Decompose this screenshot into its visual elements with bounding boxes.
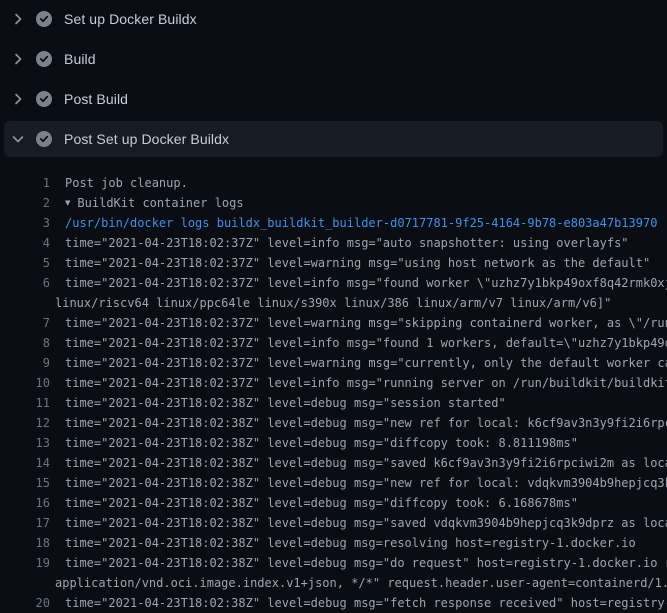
log-line-number[interactable]: 2 — [0, 193, 50, 213]
log-line: 18 time="2021-04-23T18:02:38Z" level=debu… — [0, 533, 667, 553]
log-text: time="2021-04-23T18:02:38Z" level=debug … — [65, 553, 667, 573]
log-text: application/vnd.oci.image.index.v1+json,… — [55, 573, 667, 593]
group-collapse-triangle-icon[interactable]: ▼ — [65, 194, 70, 214]
log-text: time="2021-04-23T18:02:37Z" level=warnin… — [65, 253, 650, 273]
log-text: time="2021-04-23T18:02:37Z" level=info m… — [65, 273, 667, 293]
log-text: time="2021-04-23T18:02:38Z" level=debug … — [65, 513, 667, 533]
step-header-build[interactable]: Build — [4, 41, 663, 77]
log-text: time="2021-04-23T18:02:37Z" level=warnin… — [65, 353, 667, 373]
step-label: Set up Docker Buildx — [64, 11, 197, 27]
log-line: 10 time="2021-04-23T18:02:37Z" level=info… — [0, 373, 667, 393]
step-header-post-set-up-docker-buildx[interactable]: Post Set up Docker Buildx — [4, 121, 663, 157]
log-line: 16 time="2021-04-23T18:02:38Z" level=debu… — [0, 493, 667, 513]
step-list: Set up Docker Buildx Build Post Build Po… — [0, 0, 667, 157]
chevron-right-icon — [10, 11, 26, 27]
log-line-number[interactable]: 1 — [0, 173, 50, 193]
log-line-number[interactable]: 10 — [0, 373, 50, 393]
log-text: time="2021-04-23T18:02:38Z" level=debug … — [65, 493, 578, 513]
log-line-number[interactable]: 15 — [0, 473, 50, 493]
step-label: Post Set up Docker Buildx — [64, 131, 229, 147]
chevron-right-icon — [10, 91, 26, 107]
log-line-number[interactable]: 6 — [0, 273, 50, 293]
log-line-number[interactable]: 11 — [0, 393, 50, 413]
step-label: Post Build — [64, 91, 128, 107]
log-line: 1 Post job cleanup. — [0, 173, 667, 193]
log-line: 9 time="2021-04-23T18:02:37Z" level=warni… — [0, 353, 667, 373]
log-line-number[interactable]: 12 — [0, 413, 50, 433]
log-line: 14 time="2021-04-23T18:02:38Z" level=debu… — [0, 453, 667, 473]
log-text: time="2021-04-23T18:02:38Z" level=debug … — [65, 433, 578, 453]
log-text: time="2021-04-23T18:02:38Z" level=debug … — [65, 393, 506, 413]
log-line-number[interactable]: 8 — [0, 333, 50, 353]
check-circle-icon — [36, 131, 52, 147]
log-line: 8 time="2021-04-23T18:02:37Z" level=info … — [0, 333, 667, 353]
step-header-set-up-docker-buildx[interactable]: Set up Docker Buildx — [4, 1, 663, 37]
log-line-number — [0, 573, 50, 593]
log-line-number[interactable]: 9 — [0, 353, 50, 373]
log-line: linux/riscv64 linux/ppc64le linux/s390x … — [0, 293, 667, 313]
log-text: linux/riscv64 linux/ppc64le linux/s390x … — [55, 293, 611, 313]
log-line-number[interactable]: 3 — [0, 213, 50, 233]
check-circle-icon — [36, 11, 52, 27]
log-text: time="2021-04-23T18:02:37Z" level=info m… — [65, 233, 629, 253]
log-line-number[interactable]: 13 — [0, 433, 50, 453]
chevron-down-icon — [10, 131, 26, 147]
log-line-number[interactable]: 4 — [0, 233, 50, 253]
check-circle-icon — [36, 91, 52, 107]
log-line-number[interactable]: 16 — [0, 493, 50, 513]
log-command-text: /usr/bin/docker logs buildx_buildkit_bui… — [65, 213, 657, 233]
log-line: 7 time="2021-04-23T18:02:37Z" level=warni… — [0, 313, 667, 333]
log-line: application/vnd.oci.image.index.v1+json,… — [0, 573, 667, 593]
log-line: 12 time="2021-04-23T18:02:38Z" level=debu… — [0, 413, 667, 433]
log-line: 20 time="2021-04-23T18:02:38Z" level=debu… — [0, 593, 667, 613]
log-text: time="2021-04-23T18:02:37Z" level=info m… — [65, 333, 667, 353]
log-line-number[interactable]: 7 — [0, 313, 50, 333]
log-text: time="2021-04-23T18:02:38Z" level=debug … — [65, 453, 667, 473]
log-line-number[interactable]: 20 — [0, 593, 50, 613]
step-label: Build — [64, 51, 96, 67]
log-line: 11 time="2021-04-23T18:02:38Z" level=debu… — [0, 393, 667, 413]
log-line: 19 time="2021-04-23T18:02:38Z" level=debu… — [0, 553, 667, 573]
log-line: 17 time="2021-04-23T18:02:38Z" level=debu… — [0, 513, 667, 533]
log-line: 13 time="2021-04-23T18:02:38Z" level=debu… — [0, 433, 667, 453]
log-text: Post job cleanup. — [65, 173, 188, 193]
log-text: time="2021-04-23T18:02:38Z" level=debug … — [65, 473, 667, 493]
log-viewer: 1 Post job cleanup. 2 ▼BuildKit container l… — [0, 161, 667, 613]
log-line-number[interactable]: 18 — [0, 533, 50, 553]
log-line: 3/usr/bin/docker logs buildx_buildkit_bu… — [0, 213, 667, 233]
log-line-number — [0, 293, 50, 313]
log-text: ▼BuildKit container logs — [65, 193, 244, 213]
log-line-number[interactable]: 17 — [0, 513, 50, 533]
log-line: 5 time="2021-04-23T18:02:37Z" level=warni… — [0, 253, 667, 273]
log-text: time="2021-04-23T18:02:38Z" level=debug … — [65, 533, 636, 553]
chevron-right-icon — [10, 51, 26, 67]
log-line: 15 time="2021-04-23T18:02:38Z" level=debu… — [0, 473, 667, 493]
log-line-number[interactable]: 19 — [0, 553, 50, 573]
log-group-line[interactable]: 2 ▼BuildKit container logs — [0, 193, 667, 213]
log-line-number[interactable]: 5 — [0, 253, 50, 273]
step-header-post-build[interactable]: Post Build — [4, 81, 663, 117]
log-line: 4 time="2021-04-23T18:02:37Z" level=info … — [0, 233, 667, 253]
log-line-number[interactable]: 14 — [0, 453, 50, 473]
log-text: time="2021-04-23T18:02:37Z" level=warnin… — [65, 313, 667, 333]
log-text: time="2021-04-23T18:02:38Z" level=debug … — [65, 413, 667, 433]
log-text: time="2021-04-23T18:02:37Z" level=info m… — [65, 373, 667, 393]
log-line: 6 time="2021-04-23T18:02:37Z" level=info … — [0, 273, 667, 293]
check-circle-icon — [36, 51, 52, 67]
log-text: time="2021-04-23T18:02:38Z" level=debug … — [65, 593, 667, 613]
